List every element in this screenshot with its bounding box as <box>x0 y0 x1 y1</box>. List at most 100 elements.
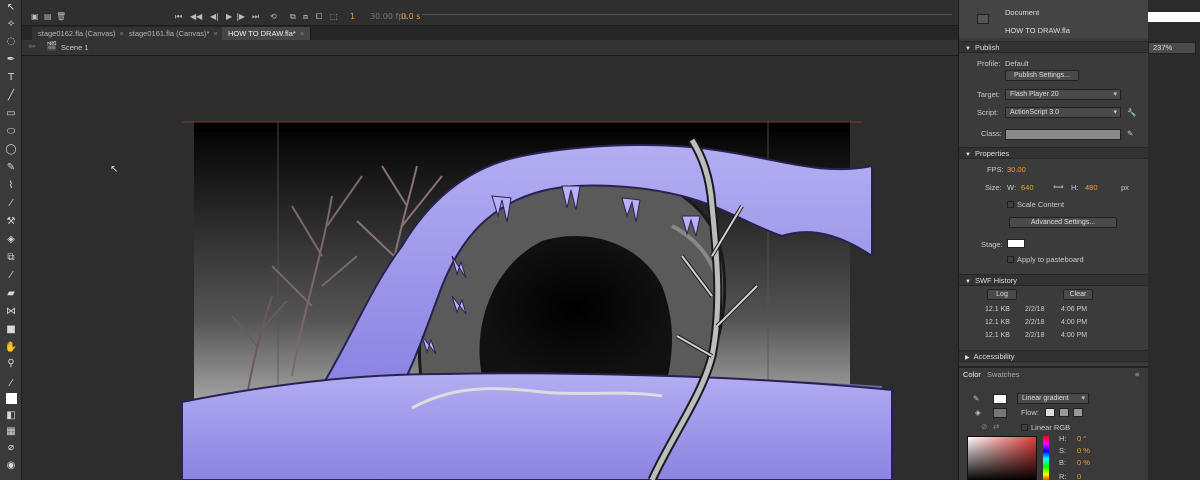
accessibility-section-header[interactable]: ▶ Accessibility <box>959 350 1149 362</box>
fps-value[interactable]: 30.00 <box>1007 165 1026 175</box>
hand-tool-icon[interactable]: ✋ <box>4 342 18 354</box>
tab-swatches[interactable]: Swatches <box>987 370 1020 380</box>
current-frame[interactable]: 1 <box>350 12 355 22</box>
stage-artwork[interactable] <box>22 56 958 480</box>
pencil-tool-icon[interactable]: ✎ <box>4 162 18 174</box>
saturation-label: S: <box>1059 446 1067 455</box>
zoom-tool-icon[interactable]: ⚲ <box>4 358 18 370</box>
swap-colors-icon[interactable]: ◧ <box>4 410 18 422</box>
script-dropdown[interactable]: ActionScript 3.0 ▾ <box>1005 107 1121 118</box>
line-tool-icon[interactable]: ╱ <box>4 90 18 102</box>
target-value: Flash Player 20 <box>1010 91 1059 98</box>
fps-label: FPS: <box>987 165 1004 174</box>
flow-reflect-button[interactable] <box>1059 408 1069 417</box>
saturation-value[interactable]: 0 % <box>1077 446 1090 456</box>
edit-class-icon[interactable]: ✎ <box>1127 129 1133 139</box>
more-tools-icon[interactable]: ◉ <box>4 460 18 472</box>
width-value[interactable]: 640 <box>1021 183 1034 193</box>
oval-tool-icon[interactable]: ⬭ <box>4 126 18 138</box>
clear-button[interactable]: Clear <box>1063 289 1093 300</box>
publish-section-header[interactable]: ▼ Publish <box>959 41 1149 53</box>
rectangle-tool-icon[interactable]: ▭ <box>4 108 18 120</box>
red-value[interactable]: 0 <box>1077 472 1081 480</box>
step-forward-frame-icon[interactable]: |▶ <box>236 12 245 22</box>
swap-icon[interactable]: ⇄ <box>993 422 999 432</box>
advanced-settings-button[interactable]: Advanced Settings... <box>1009 217 1117 228</box>
lasso-tool-icon[interactable]: ◌ <box>4 36 18 48</box>
loop-icon[interactable]: ⟲ <box>270 12 277 22</box>
publish-settings-button[interactable]: Publish Settings... <box>1005 70 1079 81</box>
tab-how-to-draw[interactable]: HOW TO DRAW.fla* × <box>222 27 312 40</box>
object-drawing-icon[interactable]: ⌀ <box>4 442 18 454</box>
onion-skin-icon[interactable]: ⧉ <box>290 12 296 22</box>
scale-content-checkbox[interactable] <box>1007 201 1014 208</box>
apply-pasteboard-checkbox[interactable] <box>1007 256 1014 263</box>
tab-color[interactable]: Color <box>963 370 981 380</box>
step-back-frame-icon[interactable]: ◀| <box>210 12 219 22</box>
eyedropper-icon[interactable]: ⁄ <box>4 270 18 282</box>
tab-stage0161[interactable]: stage0161.fla (Canvas)* × <box>123 27 225 40</box>
paint-bucket-icon[interactable]: ◈ <box>4 234 18 246</box>
stage-color-swatch[interactable] <box>1007 239 1025 248</box>
step-back-icon[interactable]: ◀◀ <box>190 12 202 22</box>
color-picker-field[interactable] <box>967 436 1037 480</box>
pen-tool-icon[interactable]: ✒ <box>4 54 18 66</box>
target-dropdown[interactable]: Flash Player 20 ▾ <box>1005 89 1121 100</box>
no-color-icon[interactable]: ⊘ <box>981 422 987 432</box>
log-button[interactable]: Log <box>987 289 1017 300</box>
bone-tool-icon[interactable]: ⚒ <box>4 216 18 228</box>
close-icon[interactable]: × <box>213 29 217 38</box>
onion-markers-icon[interactable]: ⬚ <box>330 12 338 22</box>
close-icon[interactable]: × <box>300 29 304 38</box>
elapsed-time[interactable]: 0.0 s <box>401 12 420 22</box>
hue-value[interactable]: 0 ° <box>1077 434 1086 444</box>
stroke-color-icon[interactable]: ⁄ <box>4 378 18 390</box>
fill-bucket-icon[interactable]: ◈ <box>975 408 981 418</box>
fill-color-swatch[interactable] <box>6 393 17 404</box>
fill-type-dropdown[interactable]: Linear gradient ▾ <box>1017 393 1089 404</box>
flow-repeat-button[interactable] <box>1073 408 1083 417</box>
script-value: ActionScript 3.0 <box>1010 109 1060 116</box>
flow-extend-button[interactable] <box>1045 408 1055 417</box>
subselection-tool-icon[interactable]: ⟡ <box>4 18 18 30</box>
fill-color-swatch[interactable] <box>993 394 1007 404</box>
play-icon[interactable]: ▶ <box>226 12 232 22</box>
onion-outline-icon[interactable]: ⧈ <box>303 12 308 22</box>
paint-brush-icon[interactable]: ⁄ <box>4 198 18 210</box>
edit-multiple-icon[interactable]: ⧠ <box>316 12 322 22</box>
hue-slider[interactable] <box>1043 436 1049 480</box>
width-tool-icon[interactable]: ⋈ <box>4 306 18 318</box>
new-layer-icon[interactable]: ▣ <box>31 12 39 22</box>
scene-name[interactable]: Scene 1 <box>61 43 89 52</box>
back-arrow-icon[interactable]: ⇦ <box>28 42 36 52</box>
linear-rgb-checkbox[interactable] <box>1021 424 1028 431</box>
camera-tool-icon[interactable]: ■ <box>4 324 18 336</box>
search-input[interactable] <box>1148 12 1200 22</box>
go-first-frame-icon[interactable]: ⏮ <box>175 12 182 22</box>
eraser-tool-icon[interactable]: ▰ <box>4 288 18 300</box>
polystar-tool-icon[interactable]: ◯ <box>4 144 18 156</box>
new-folder-icon[interactable]: ▤ <box>44 12 52 22</box>
stage-area[interactable]: ↖ <box>22 56 958 480</box>
panel-menu-icon[interactable]: ≡ <box>1135 370 1139 380</box>
wrench-icon[interactable]: 🔧 <box>1127 108 1136 118</box>
stroke-color-icon[interactable]: ✎ <box>973 394 979 404</box>
brush-tool-icon[interactable]: ⌇ <box>4 180 18 192</box>
go-last-frame-icon[interactable]: ⏭ <box>252 12 259 22</box>
timeline-scrubber[interactable] <box>422 14 952 15</box>
link-dimensions-icon[interactable]: ⟺ <box>1053 182 1064 192</box>
properties-section-header[interactable]: ▼ Properties <box>959 147 1149 159</box>
height-value[interactable]: 480 <box>1085 183 1098 193</box>
tab-stage0162[interactable]: stage0162.fla (Canvas) × <box>32 27 131 40</box>
ink-bottle-icon[interactable]: ⧉ <box>4 252 18 264</box>
snap-icon[interactable]: ▦ <box>4 426 18 438</box>
pattern-swatch[interactable] <box>993 408 1007 418</box>
zoom-field[interactable]: 237% <box>1148 42 1196 54</box>
delete-layer-icon[interactable]: 🗑 <box>56 12 66 22</box>
class-input[interactable] <box>1005 129 1121 140</box>
text-tool-icon[interactable]: T <box>4 72 18 84</box>
target-label: Target: <box>977 90 1000 99</box>
swf-history-section-header[interactable]: ▼ SWF History <box>959 274 1149 286</box>
selection-tool-icon[interactable]: ↖ <box>4 2 18 14</box>
brightness-value[interactable]: 0 % <box>1077 458 1090 468</box>
